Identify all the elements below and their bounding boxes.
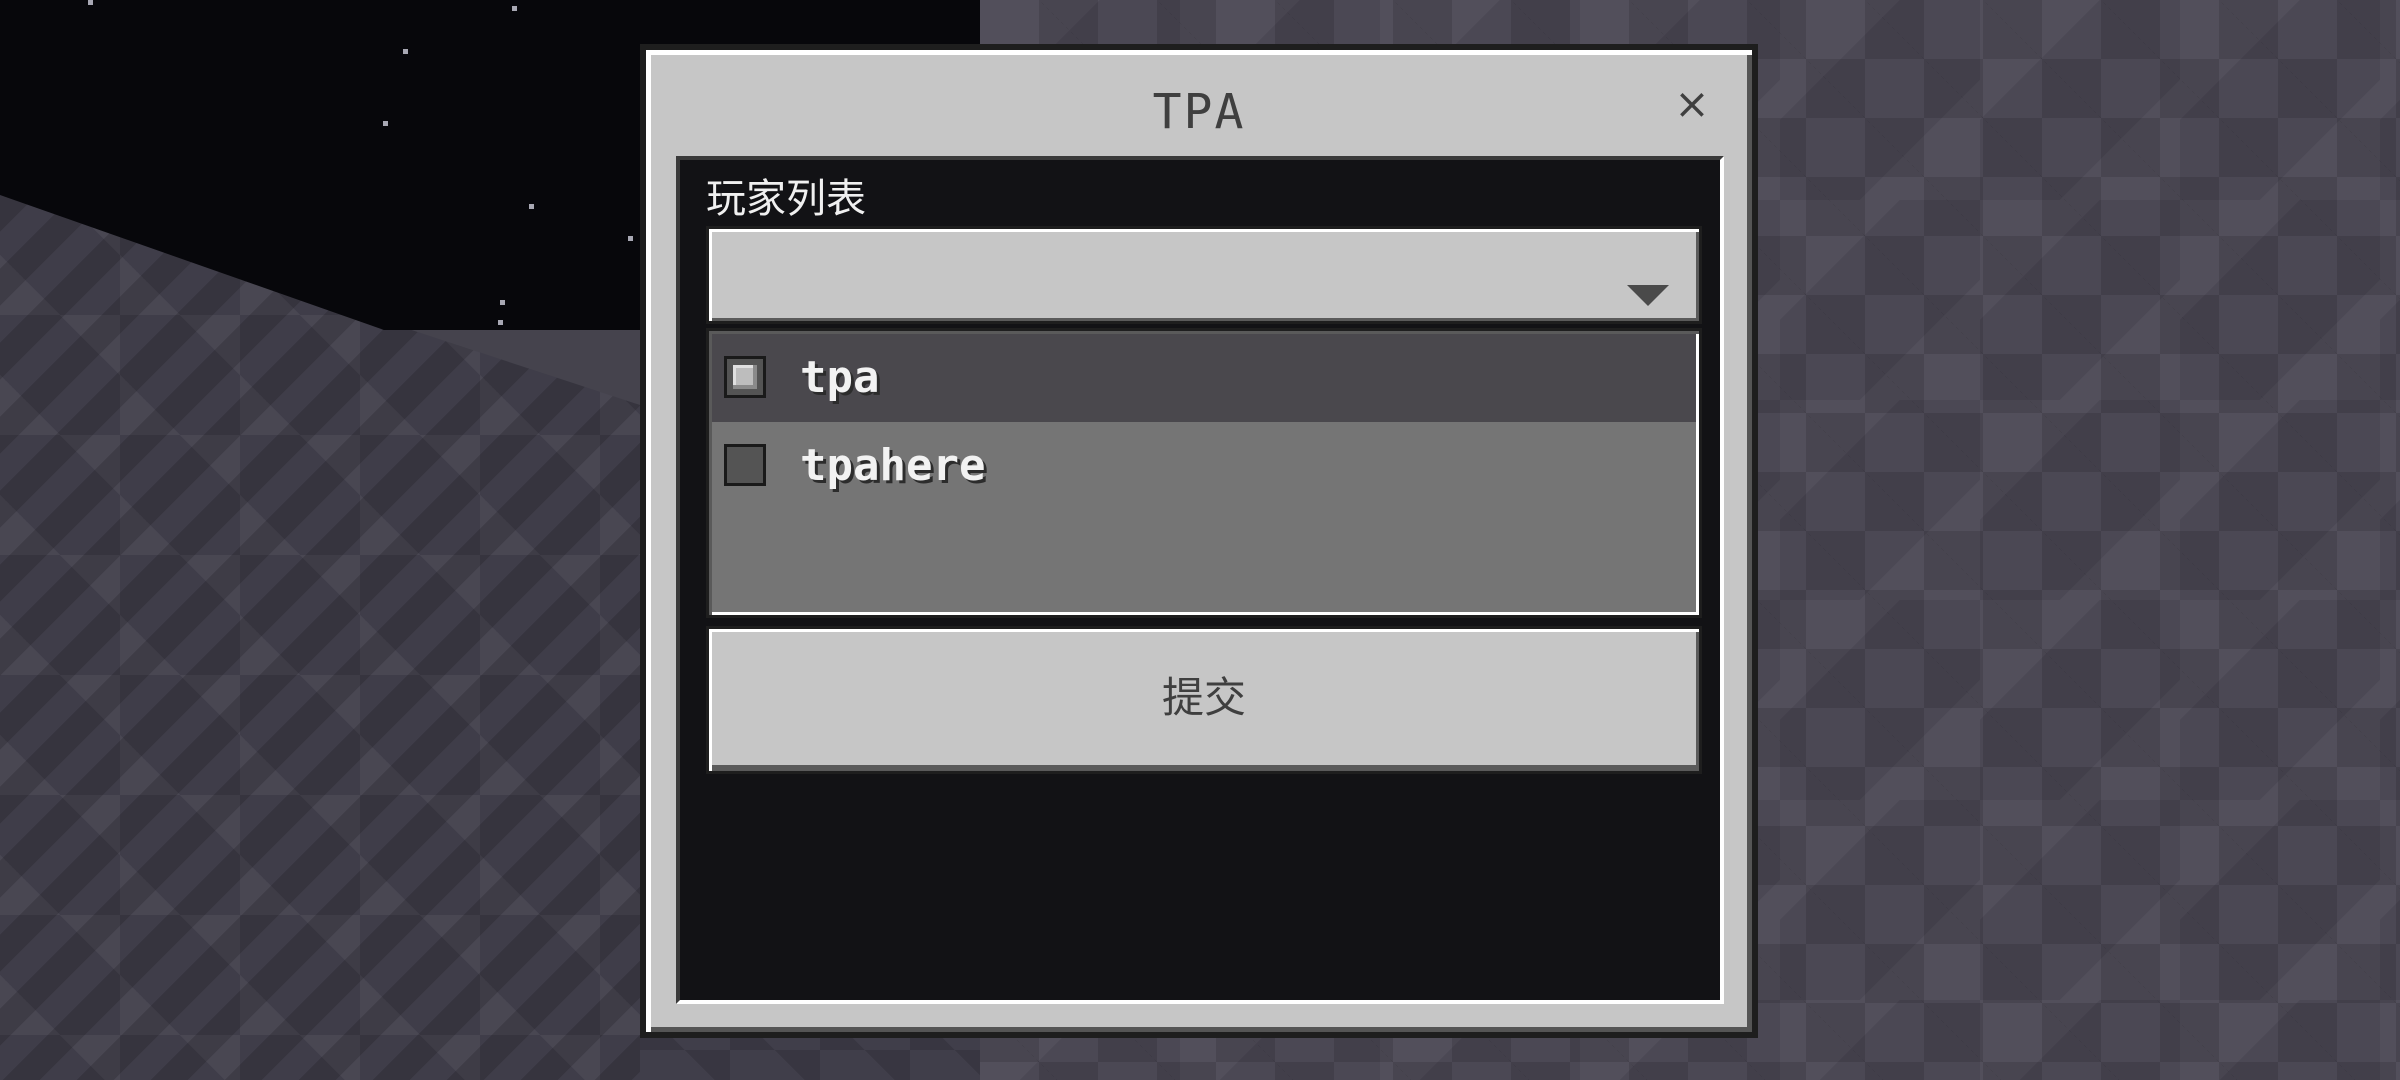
star [383, 121, 388, 126]
chevron-down-icon [1627, 285, 1669, 306]
star [529, 204, 534, 209]
star [628, 236, 633, 241]
dropdown-options-list: tpa tpahere [706, 328, 1702, 618]
tpa-dialog: TPA × 玩家列表 tpa tpahere 提交 [640, 44, 1758, 1038]
player-list-label: 玩家列表 [706, 176, 866, 222]
dialog-title: TPA [1152, 84, 1246, 140]
star [498, 320, 503, 325]
close-button[interactable]: × [1672, 83, 1712, 125]
star [88, 0, 93, 5]
star [512, 6, 517, 11]
option-label: tpa [800, 352, 880, 403]
form-content: 玩家列表 tpa tpahere 提交 [676, 156, 1724, 1004]
option-tpa[interactable]: tpa [712, 334, 1696, 422]
star [403, 49, 408, 54]
option-checkbox[interactable] [724, 356, 766, 398]
submit-button[interactable]: 提交 [706, 626, 1702, 774]
option-label: tpahere [800, 440, 986, 491]
player-dropdown[interactable] [706, 226, 1702, 324]
option-checkbox[interactable] [724, 444, 766, 486]
star [500, 300, 505, 305]
option-tpahere[interactable]: tpahere [712, 422, 1696, 510]
close-icon: × [1674, 79, 1710, 128]
